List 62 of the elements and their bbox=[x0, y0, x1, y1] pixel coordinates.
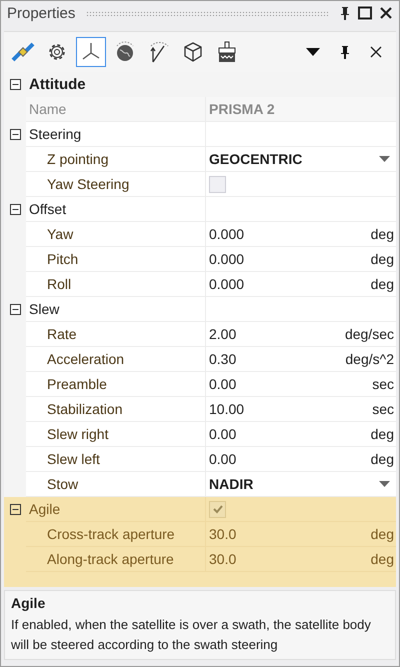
pin-icon[interactable] bbox=[340, 45, 350, 60]
dropdown-arrow-icon[interactable] bbox=[379, 156, 390, 162]
unit-label: deg bbox=[370, 451, 394, 467]
unit-label: deg bbox=[370, 251, 394, 267]
collapse-icon[interactable] bbox=[10, 304, 20, 315]
collapse-icon[interactable] bbox=[10, 504, 20, 515]
category-title: Attitude bbox=[28, 75, 86, 95]
property-label: Along-track aperture bbox=[26, 547, 206, 572]
unit-label: deg bbox=[370, 276, 394, 292]
description-text: If enabled, when the satellite is over a swath, the satellite body will be steered according to the swath steering bbox=[11, 616, 372, 654]
property-value[interactable]: 0.30 bbox=[209, 351, 346, 367]
maximize-icon[interactable] bbox=[358, 6, 372, 20]
dropdown-caret-icon[interactable] bbox=[306, 48, 320, 56]
close-icon[interactable] bbox=[379, 6, 393, 20]
property-label: Stabilization bbox=[26, 397, 206, 422]
unit-label: deg bbox=[370, 426, 394, 442]
collapse-icon[interactable] bbox=[10, 129, 20, 140]
unit-label: deg bbox=[370, 226, 394, 242]
unit-label: sec bbox=[372, 401, 394, 417]
collapse-icon[interactable] bbox=[10, 204, 20, 215]
property-value[interactable]: 2.00 bbox=[209, 326, 345, 342]
panel-title: Properties bbox=[7, 4, 76, 22]
property-value[interactable]: 30.0 bbox=[209, 526, 371, 542]
property-label: Pitch bbox=[26, 247, 206, 272]
property-value[interactable]: 0.000 bbox=[209, 226, 371, 242]
unit-label: deg bbox=[370, 526, 394, 542]
property-value[interactable]: 0.00 bbox=[209, 376, 372, 392]
checkmark-icon bbox=[212, 503, 224, 515]
unit-label: deg/s^2 bbox=[345, 351, 394, 367]
property-label: Slew right bbox=[26, 422, 206, 447]
property-value[interactable]: 0.000 bbox=[209, 251, 371, 267]
unit-label: deg/sec bbox=[344, 326, 394, 342]
group-label[interactable]: Slew bbox=[26, 297, 206, 322]
property-label: Acceleration bbox=[26, 347, 206, 372]
group-label[interactable]: Steering bbox=[26, 122, 206, 147]
property-value[interactable]: 0.00 bbox=[209, 451, 371, 467]
property-label: Name bbox=[26, 97, 206, 122]
pin-icon[interactable] bbox=[339, 6, 351, 20]
property-label: Slew left bbox=[26, 447, 206, 472]
property-label: Roll bbox=[26, 272, 206, 297]
property-value[interactable]: 0.00 bbox=[209, 426, 371, 442]
description-title: Agile bbox=[11, 595, 46, 611]
dropdown-arrow-icon[interactable] bbox=[379, 481, 390, 487]
collapse-icon[interactable] bbox=[10, 79, 20, 90]
unit-label: deg bbox=[370, 551, 394, 567]
group-label[interactable]: Offset bbox=[26, 197, 206, 222]
property-label: Yaw Steering bbox=[26, 172, 206, 197]
checkbox[interactable] bbox=[209, 176, 226, 192]
group-label[interactable]: Agile bbox=[26, 497, 206, 522]
property-label: Cross-track aperture bbox=[26, 522, 206, 547]
axes-tool-button[interactable] bbox=[76, 37, 106, 68]
property-value[interactable]: 10.00 bbox=[209, 401, 372, 417]
property-label: Z pointing bbox=[26, 147, 206, 172]
checkbox[interactable] bbox=[209, 500, 226, 518]
property-value[interactable]: 30.0 bbox=[209, 551, 371, 567]
close-icon[interactable] bbox=[370, 46, 382, 58]
property-label: Stow bbox=[26, 472, 206, 497]
property-value[interactable]: 0.000 bbox=[209, 276, 371, 292]
property-label: Preamble bbox=[26, 372, 206, 397]
property-label: Yaw bbox=[26, 222, 206, 247]
property-label: Rate bbox=[26, 322, 206, 347]
unit-label: sec bbox=[372, 376, 394, 392]
